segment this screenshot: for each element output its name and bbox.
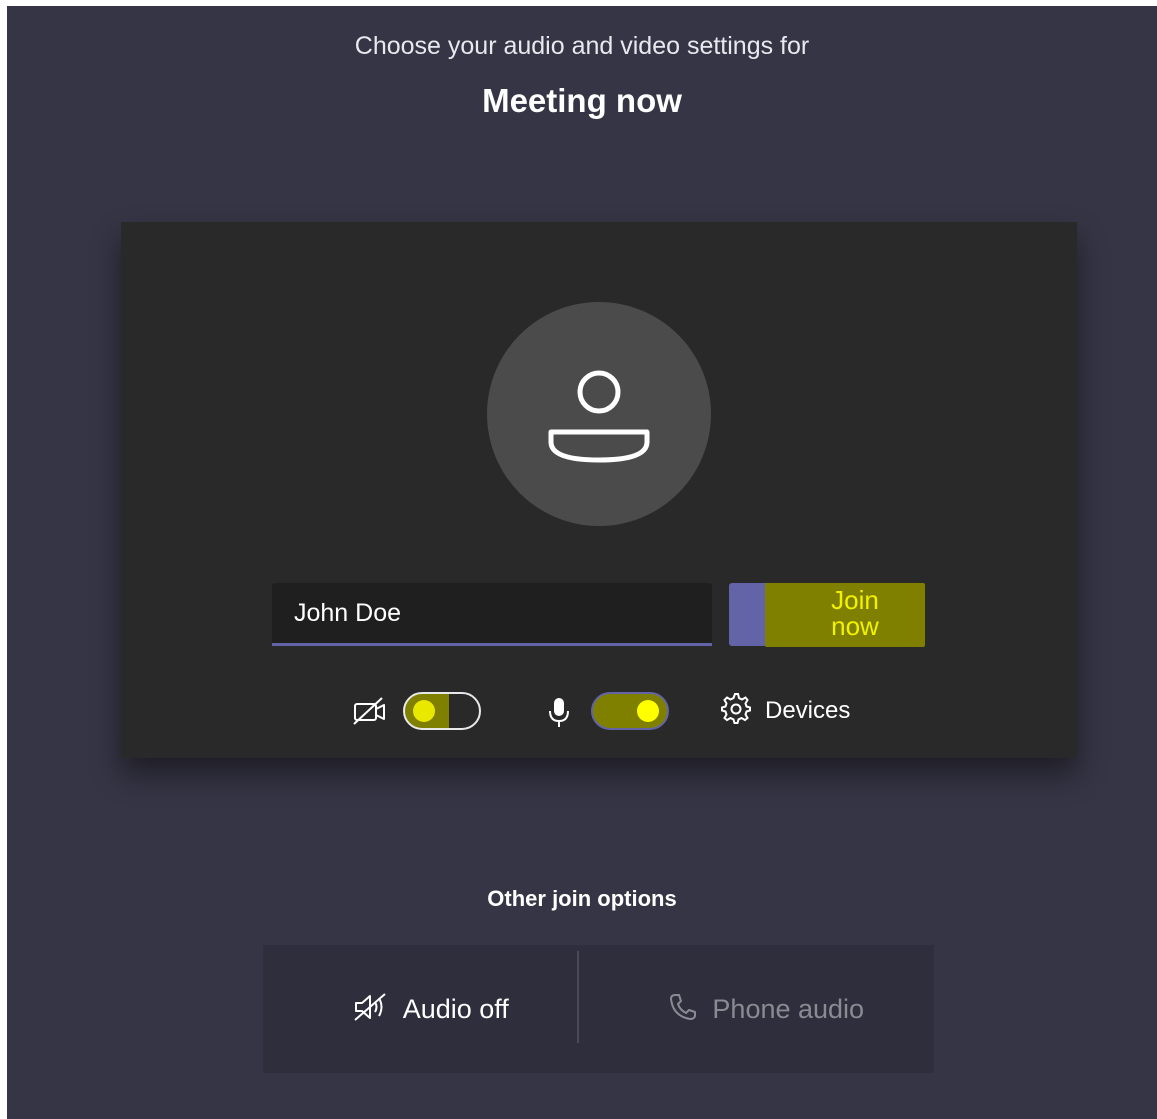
join-screen: Choose your audio and video settings for… — [7, 6, 1157, 1119]
gear-icon — [719, 692, 753, 731]
camera-toggle[interactable] — [403, 692, 481, 730]
camera-toggle-knob — [413, 700, 435, 722]
settings-subtitle: Choose your audio and video settings for — [354, 32, 810, 60]
avatar — [487, 302, 711, 526]
phone-icon — [668, 992, 698, 1027]
audio-off-label: Audio off — [402, 993, 509, 1024]
join-now-label: Join now — [765, 583, 925, 647]
phone-audio-button[interactable]: Phone audio — [599, 945, 935, 1073]
speaker-off-icon — [353, 992, 389, 1027]
name-input[interactable] — [272, 583, 712, 646]
devices-button[interactable]: Devices — [719, 688, 850, 734]
video-preview-panel: Join now — [121, 222, 1077, 758]
meeting-title: Meeting now — [482, 82, 682, 119]
media-controls: Devices — [121, 688, 1077, 734]
camera-off-icon — [352, 696, 388, 731]
microphone-icon — [545, 696, 573, 733]
phone-audio-label: Phone audio — [712, 993, 865, 1024]
person-icon — [548, 370, 650, 463]
options-divider — [577, 951, 579, 1043]
microphone-toggle[interactable] — [591, 692, 669, 730]
join-now-button[interactable]: Join now — [729, 583, 925, 647]
devices-label: Devices — [765, 697, 851, 724]
other-join-options: Audio off Phone audio — [263, 945, 934, 1073]
audio-off-button[interactable]: Audio off — [263, 945, 599, 1073]
microphone-toggle-knob — [637, 700, 659, 722]
other-join-options-title: Other join options — [487, 886, 677, 911]
